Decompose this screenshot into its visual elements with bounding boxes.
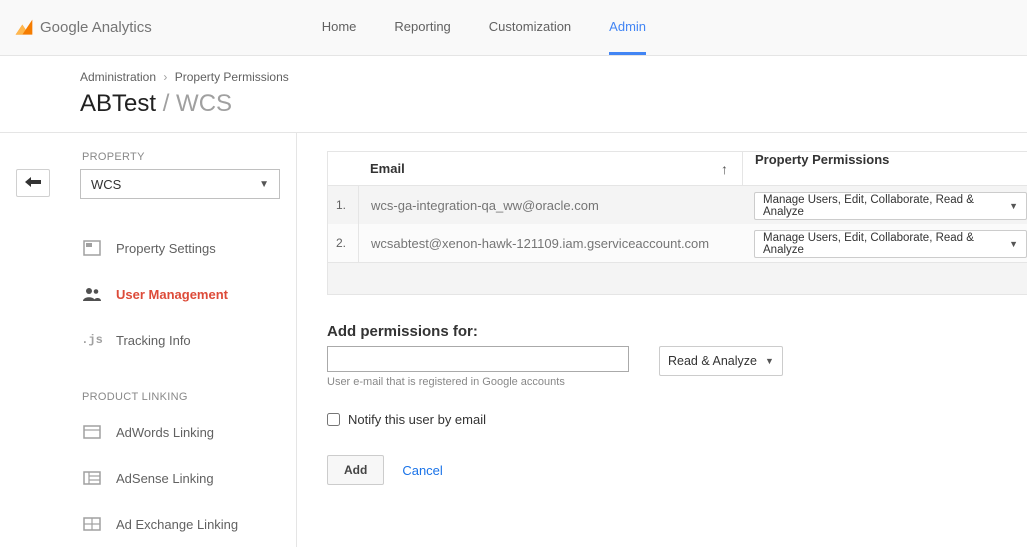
sort-asc-icon: ↑ <box>721 161 728 177</box>
row-number: 2. <box>328 236 358 250</box>
settings-card-icon <box>82 240 102 256</box>
sidebar-item-label: Ad Exchange Linking <box>116 517 238 532</box>
nav-reporting[interactable]: Reporting <box>394 19 450 55</box>
nav-customization[interactable]: Customization <box>489 19 571 55</box>
brand-text: Google Analytics <box>40 19 152 36</box>
table-row: 1. wcs-ga-integration-qa_ww@oracle.com M… <box>328 186 1027 224</box>
back-button[interactable] <box>16 169 50 197</box>
caret-down-icon: ▼ <box>1009 239 1018 249</box>
property-select-value: WCS <box>91 177 121 192</box>
title-sub: WCS <box>176 90 232 117</box>
adsense-icon <box>82 471 102 485</box>
top-nav: Home Reporting Customization Admin <box>322 19 646 36</box>
add-email-input[interactable] <box>327 346 629 372</box>
add-permissions-select[interactable]: Read & Analyze ▼ <box>659 346 783 376</box>
sidebar-item-label: Tracking Info <box>116 333 191 348</box>
property-sidebar: PROPERTY WCS ▼ Property Settings User Ma… <box>50 133 297 547</box>
permissions-select-value: Manage Users, Edit, Collaborate, Read & … <box>763 194 1001 218</box>
breadcrumb-separator: › <box>163 70 167 84</box>
analytics-logo-icon <box>14 18 34 38</box>
cancel-link[interactable]: Cancel <box>402 463 442 478</box>
title-main: ABTest <box>80 90 156 117</box>
main-content: Email ↑ Property Permissions 1. wcs-ga-i… <box>297 133 1027 547</box>
top-bar: Google Analytics Home Reporting Customiz… <box>0 0 1027 56</box>
permissions-select[interactable]: Manage Users, Edit, Collaborate, Read & … <box>754 192 1027 220</box>
js-icon: .js <box>82 333 102 347</box>
back-arrow-icon <box>25 176 41 191</box>
sidebar-item-adsense-linking[interactable]: AdSense Linking <box>80 455 296 501</box>
add-permissions-heading: Add permissions for: <box>327 323 1027 340</box>
notify-checkbox[interactable] <box>327 413 340 426</box>
add-permissions-value: Read & Analyze <box>668 354 757 368</box>
breadcrumb-current: Property Permissions <box>175 70 289 84</box>
col-header-permissions[interactable]: Property Permissions <box>742 152 1027 185</box>
col-header-email[interactable]: Email ↑ <box>358 161 742 176</box>
permissions-table: Email ↑ Property Permissions 1. wcs-ga-i… <box>327 151 1027 295</box>
caret-down-icon: ▼ <box>259 179 269 190</box>
users-icon <box>82 287 102 301</box>
sidebar-item-adexchange-linking[interactable]: Ad Exchange Linking <box>80 501 296 547</box>
permissions-select-value: Manage Users, Edit, Collaborate, Read & … <box>763 232 1001 256</box>
breadcrumb: Administration › Property Permissions <box>80 70 1027 84</box>
row-email: wcs-ga-integration-qa_ww@oracle.com <box>358 186 742 224</box>
nav-home[interactable]: Home <box>322 19 357 55</box>
sidebar-item-adwords-linking[interactable]: AdWords Linking <box>80 409 296 455</box>
row-number: 1. <box>328 198 358 212</box>
caret-down-icon: ▼ <box>765 356 774 366</box>
adwords-icon <box>82 425 102 439</box>
table-header: Email ↑ Property Permissions <box>328 152 1027 186</box>
caret-down-icon: ▼ <box>1009 201 1018 211</box>
page-header: Administration › Property Permissions AB… <box>0 56 1027 133</box>
brand-logo: Google Analytics <box>14 18 152 38</box>
sidebar-item-property-settings[interactable]: Property Settings <box>80 225 296 271</box>
nav-admin[interactable]: Admin <box>609 19 646 55</box>
add-permissions-section: Add permissions for: User e-mail that is… <box>327 323 1027 485</box>
sidebar-item-tracking-info[interactable]: .js Tracking Info <box>80 317 296 363</box>
sidebar-item-label: Property Settings <box>116 241 216 256</box>
row-email: wcsabtest@xenon-hawk-121109.iam.gservice… <box>358 224 742 262</box>
adexchange-icon <box>82 517 102 531</box>
product-linking-label: PRODUCT LINKING <box>80 391 296 403</box>
breadcrumb-administration[interactable]: Administration <box>80 70 156 84</box>
table-row: 2. wcsabtest@xenon-hawk-121109.iam.gserv… <box>328 224 1027 262</box>
table-footer <box>328 262 1027 294</box>
page-title: ABTest / WCS <box>80 90 1027 118</box>
sidebar-item-user-management[interactable]: User Management <box>80 271 296 317</box>
sidebar-item-label: User Management <box>116 287 228 302</box>
notify-label: Notify this user by email <box>348 412 486 427</box>
email-hint: User e-mail that is registered in Google… <box>327 376 629 388</box>
permissions-select[interactable]: Manage Users, Edit, Collaborate, Read & … <box>754 230 1027 258</box>
sidebar-item-label: AdSense Linking <box>116 471 214 486</box>
property-label: PROPERTY <box>80 151 296 163</box>
add-button[interactable]: Add <box>327 455 384 485</box>
property-select[interactable]: WCS ▼ <box>80 169 280 199</box>
sidebar-item-label: AdWords Linking <box>116 425 214 440</box>
